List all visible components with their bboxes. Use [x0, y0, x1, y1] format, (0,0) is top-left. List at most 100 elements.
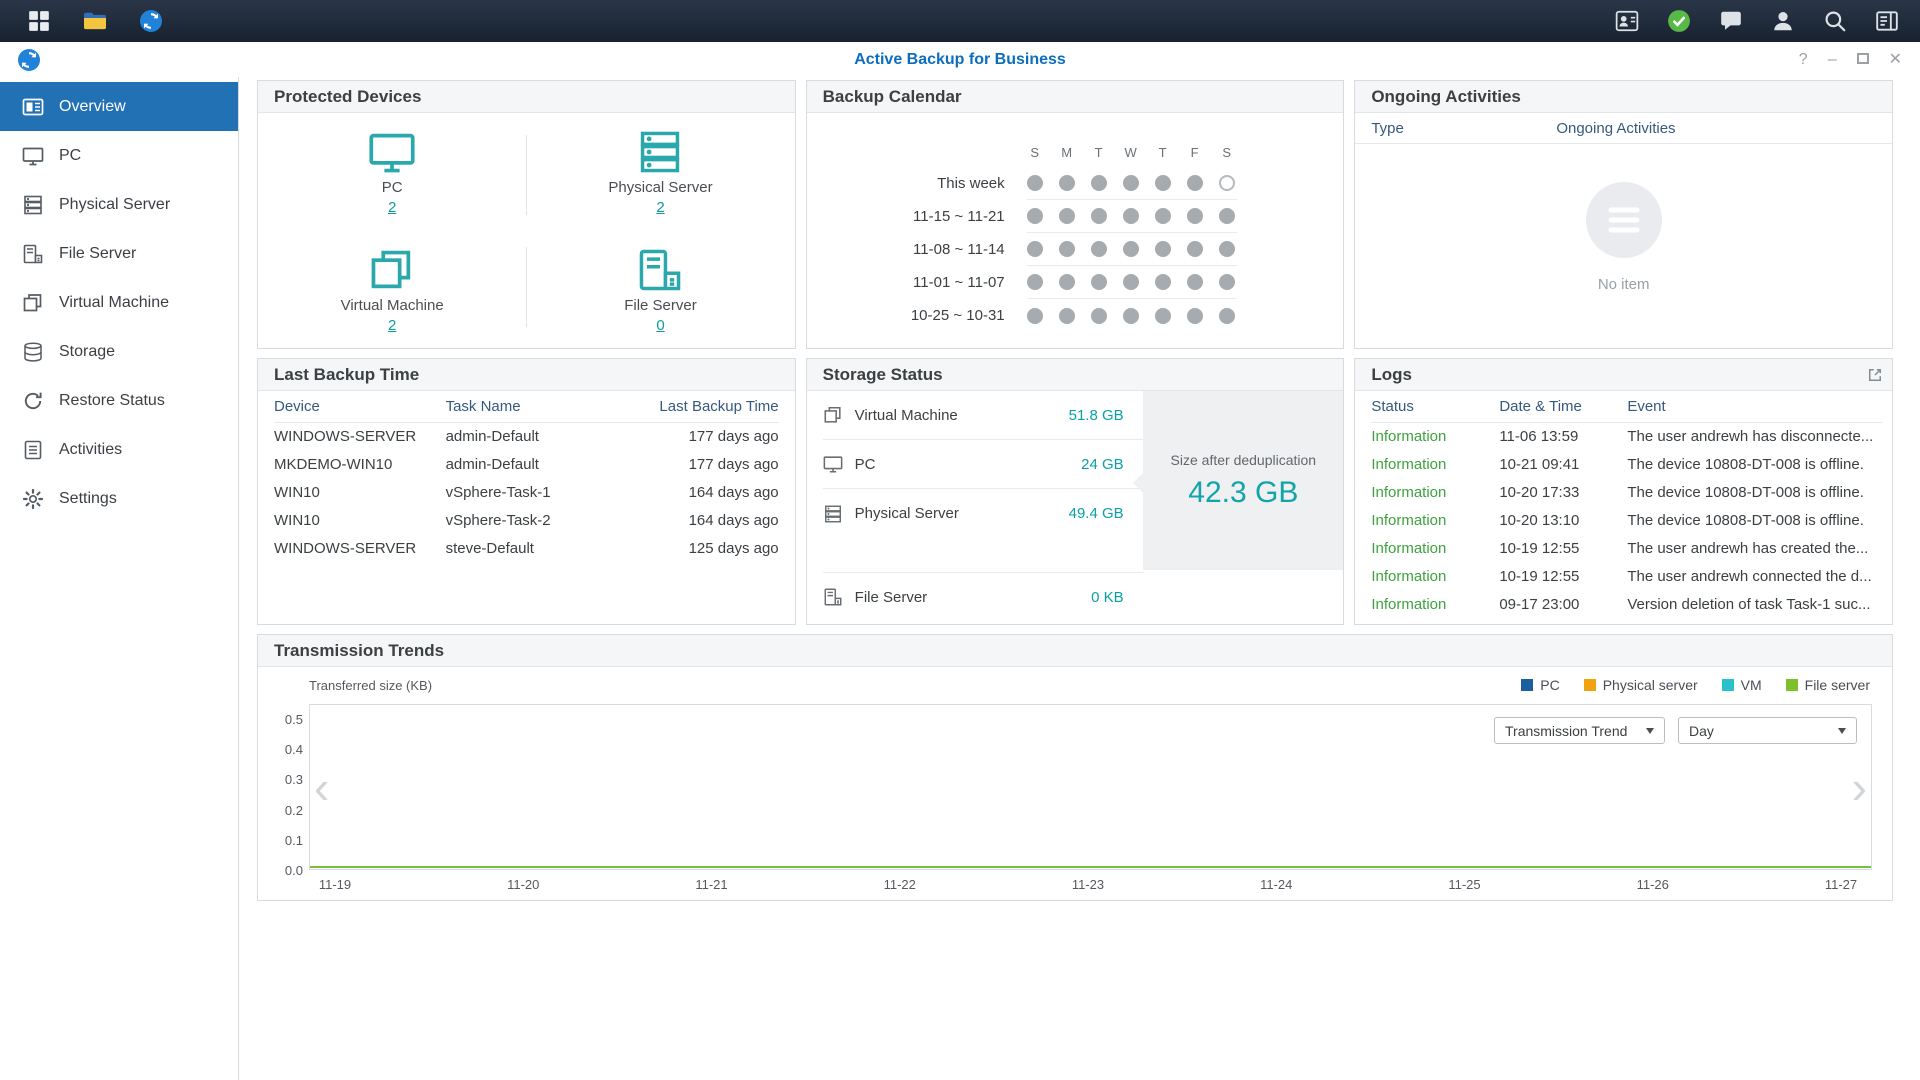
chart-prev-icon[interactable]: ‹ [314, 764, 329, 810]
log-event: The device 10808-DT-008 is offline. [1627, 506, 1882, 534]
backup-dot [1091, 208, 1107, 224]
column-status[interactable]: Status [1371, 391, 1499, 422]
search-icon[interactable] [1822, 8, 1848, 34]
sidebar-item-activities[interactable]: Activities [0, 425, 238, 474]
log-row[interactable]: Information 10-20 13:10 The device 10808… [1371, 506, 1882, 534]
x-tick-label: 11-22 [870, 877, 930, 892]
device-cell: MKDEMO-WIN10 [274, 450, 446, 478]
calendar-week-row: 11-08 ~ 11-14 [837, 233, 1344, 266]
table-header-row: Status Date & Time Event [1371, 391, 1882, 422]
chevron-down-icon [1646, 728, 1654, 734]
sidebar-item-physical-server[interactable]: Physical Server [0, 180, 238, 229]
backup-table-row[interactable]: WINDOWS-SERVER admin-Default 177 days ag… [274, 422, 779, 450]
no-item-text: No item [1598, 276, 1650, 293]
sidebar-item-pc[interactable]: PC [0, 131, 238, 180]
restore-icon [22, 390, 44, 412]
sidebar-item-label: Overview [59, 98, 126, 116]
pc-icon [368, 128, 416, 176]
last-backup-time-cell: 164 days ago [637, 478, 778, 506]
active-backup-taskbar-icon[interactable] [138, 8, 164, 34]
dedup-value: 42.3 GB [1188, 476, 1298, 510]
open-logs-icon[interactable] [1868, 368, 1882, 382]
help-button[interactable]: ? [1799, 52, 1808, 68]
chart-legend: PC Physical server [1521, 677, 1870, 693]
column-last-backup-time[interactable]: Last Backup Time [637, 391, 778, 422]
interval-select[interactable]: Day [1678, 717, 1857, 744]
log-datetime: 11-06 13:59 [1499, 422, 1627, 450]
sidebar: Overview PC Physical Server File [0, 77, 239, 1080]
maximize-button[interactable] [1857, 52, 1869, 68]
log-datetime: 09-17 23:00 [1499, 590, 1627, 618]
no-item-icon [1584, 180, 1664, 260]
physical-server-icon [823, 504, 843, 524]
security-advisor-icon[interactable] [1666, 8, 1692, 34]
taskbar-left [0, 8, 164, 34]
log-row[interactable]: Information 10-19 12:55 The user andrewh… [1371, 562, 1882, 590]
device-count-link[interactable]: 2 [656, 199, 664, 216]
backup-table-row[interactable]: WIN10 vSphere-Task-1 164 days ago [274, 478, 779, 506]
legend-item: Physical server [1584, 677, 1698, 693]
close-button[interactable]: ✕ [1889, 52, 1902, 68]
week-label: 11-08 ~ 11-14 [837, 241, 1005, 258]
task-name-cell: vSphere-Task-1 [446, 478, 638, 506]
sidebar-item-overview[interactable]: Overview [0, 82, 238, 131]
user-account-icon[interactable] [1770, 8, 1796, 34]
activities-icon [22, 439, 44, 461]
sidebar-item-storage[interactable]: Storage [0, 327, 238, 376]
sidebar-item-virtual-machine[interactable]: Virtual Machine [0, 278, 238, 327]
storage-value: 51.8 GB [1069, 407, 1124, 424]
x-tick-label: 11-20 [493, 877, 553, 892]
logs-panel: Logs Status Date & Time Event [1354, 358, 1893, 625]
device-count-link[interactable]: 2 [388, 199, 396, 216]
backup-table-row[interactable]: WINDOWS-SERVER steve-Default 125 days ag… [274, 534, 779, 562]
backup-calendar-panel: Backup Calendar SMTWTFS [806, 80, 1345, 349]
log-row[interactable]: Information 10-21 09:41 The device 10808… [1371, 450, 1882, 478]
column-event[interactable]: Event [1627, 391, 1882, 422]
sidebar-item-label: Storage [59, 343, 115, 361]
column-date-time[interactable]: Date & Time [1499, 391, 1627, 422]
app-icon [16, 47, 42, 73]
minimize-button[interactable]: – [1828, 52, 1837, 68]
empty-state: No item [1355, 180, 1892, 293]
backup-dot [1091, 241, 1107, 257]
log-row[interactable]: Information 10-19 12:55 The user andrewh… [1371, 534, 1882, 562]
sidebar-item-label: Virtual Machine [59, 294, 169, 312]
sidebar-item-file-server[interactable]: File Server [0, 229, 238, 278]
log-datetime: 10-21 09:41 [1499, 450, 1627, 478]
backup-dot [1187, 175, 1203, 191]
chart-next-icon[interactable]: › [1852, 764, 1867, 810]
maximize-icon [1857, 53, 1869, 64]
backup-table-row[interactable]: MKDEMO-WIN10 admin-Default 177 days ago [274, 450, 779, 478]
chat-icon[interactable] [1718, 8, 1744, 34]
log-row[interactable]: Information 09-17 23:00 Version deletion… [1371, 590, 1882, 618]
main-menu-icon[interactable] [26, 8, 52, 34]
log-status: Information [1371, 478, 1499, 506]
storage-value: 24 GB [1081, 456, 1124, 473]
sidebar-item-settings[interactable]: Settings [0, 474, 238, 523]
week-label: 11-01 ~ 11-07 [837, 274, 1005, 291]
sidebar-item-label: Physical Server [59, 196, 170, 214]
chart-plot-area: 0.00.10.20.30.40.5 ‹ › Transmission Tren… [309, 704, 1872, 870]
log-row[interactable]: Information 10-20 17:33 The device 10808… [1371, 478, 1882, 506]
sidebar-item-restore-status[interactable]: Restore Status [0, 376, 238, 425]
log-event: The device 10808-DT-008 is offline. [1627, 450, 1882, 478]
last-backup-time-cell: 164 days ago [637, 506, 778, 534]
column-device[interactable]: Device [274, 391, 446, 422]
backup-table-row[interactable]: WIN10 vSphere-Task-2 164 days ago [274, 506, 779, 534]
day-letters: SMTWTFS [1027, 137, 1237, 167]
device-count-link[interactable]: 0 [656, 317, 664, 334]
backup-dot [1027, 241, 1043, 257]
storage-row-virtual-machine: Virtual Machine 51.8 GB [823, 391, 1144, 440]
device-count-link[interactable]: 2 [388, 317, 396, 334]
backup-dot [1059, 274, 1075, 290]
log-row[interactable]: Information 11-06 13:59 The user andrewh… [1371, 422, 1882, 450]
week-label: This week [837, 175, 1005, 192]
backup-dot [1027, 208, 1043, 224]
panel-title: Protected Devices [274, 87, 421, 107]
file-station-icon[interactable] [82, 8, 108, 34]
trend-type-select[interactable]: Transmission Trend [1494, 717, 1665, 744]
column-task-name[interactable]: Task Name [446, 391, 638, 422]
credentials-icon[interactable] [1614, 8, 1640, 34]
widgets-icon[interactable] [1874, 8, 1900, 34]
legend-label: PC [1540, 677, 1559, 693]
